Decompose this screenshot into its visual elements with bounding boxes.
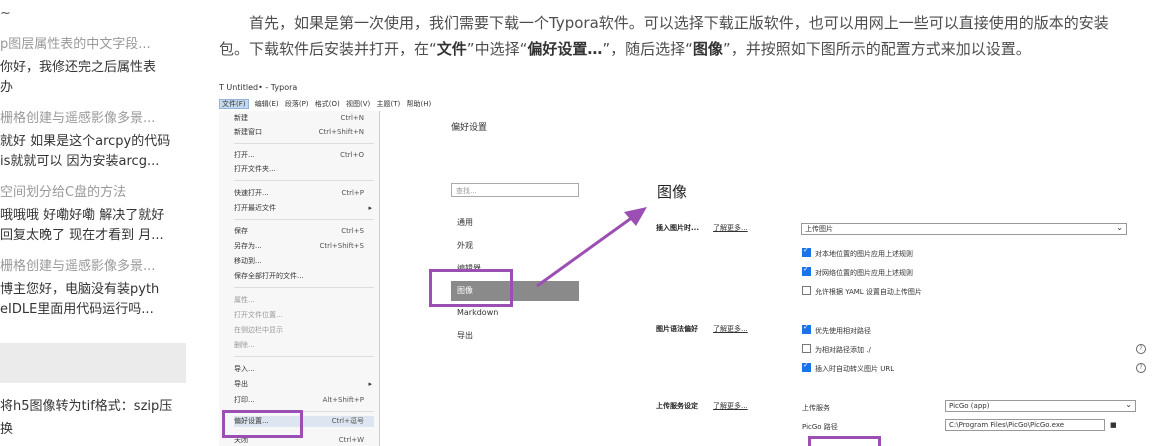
text-run: 包。下载软件后安装并打开，在“ (219, 40, 437, 58)
bold-text: 文件 (436, 40, 467, 58)
text-run: ”，随后选择“ (602, 40, 693, 58)
comment-article-title[interactable]: 栅格创建与遥感影像多景... (0, 257, 186, 277)
comment-text: 博主您好，电脑没有装pyth (0, 282, 160, 297)
comment-text: 回复太晚了 现在才看到 月... (0, 228, 164, 243)
text-run: ”，并按照如下图所示的配置方式来加以设置。 (722, 40, 1031, 58)
comment-text: 办 (0, 80, 14, 95)
comment-article-title[interactable]: 空间划分给C盘的方法 (0, 183, 186, 203)
sidebar-section-divider (0, 343, 186, 383)
related-articles-sidebar: ~ p图层属性表的中文字段... 你好，我修还完之后属性表 办 栅格创建与遥感影… (0, 0, 186, 446)
bold-text: 偏好设置… (527, 40, 603, 58)
comment-text: is就就可以 因为安装arcg... (0, 154, 160, 169)
typora-screenshot: T Untitled• - Typora 文件(F) 编辑(E) 段落(P) 格… (219, 80, 1165, 446)
paragraph-line: 首先，如果是第一次使用，我们需要下载一个Typora软件。可以选择下载正版软件，… (249, 14, 1109, 32)
comment-text: 就好 如果是这个arcpy的代码 (0, 134, 171, 149)
arrow-head (624, 207, 647, 226)
text-run: ”中选择“ (466, 40, 528, 58)
bold-text: 图像 (692, 40, 723, 58)
sidebar-link[interactable]: 换 (0, 420, 186, 440)
article-body: 首先，如果是第一次使用，我们需要下载一个Typora软件。可以选择下载正版软件，… (219, 10, 1165, 62)
annotation-arrow (536, 207, 647, 288)
comment-text: 哦哦哦 好嘞好嘞 解决了就好 (0, 208, 165, 223)
comment-text: 你好，我修还完之后属性表 (0, 60, 157, 75)
sidebar-top-mark: ~ (0, 6, 11, 21)
sidebar-link[interactable]: 将h5图像转为tif格式：szip压 (0, 397, 186, 417)
comment-text: eIDLE里面用代码运行吗... (0, 302, 154, 317)
paragraph-line: 包。下载软件后安装并打开，在“文件”中选择“偏好设置…”，随后选择“图像”，并按… (219, 36, 1165, 62)
comment-article-title[interactable]: 栅格创建与遥感影像多景... (0, 109, 186, 129)
comment-article-title[interactable]: p图层属性表的中文字段... (0, 35, 186, 55)
arrow-shaft (536, 212, 638, 288)
